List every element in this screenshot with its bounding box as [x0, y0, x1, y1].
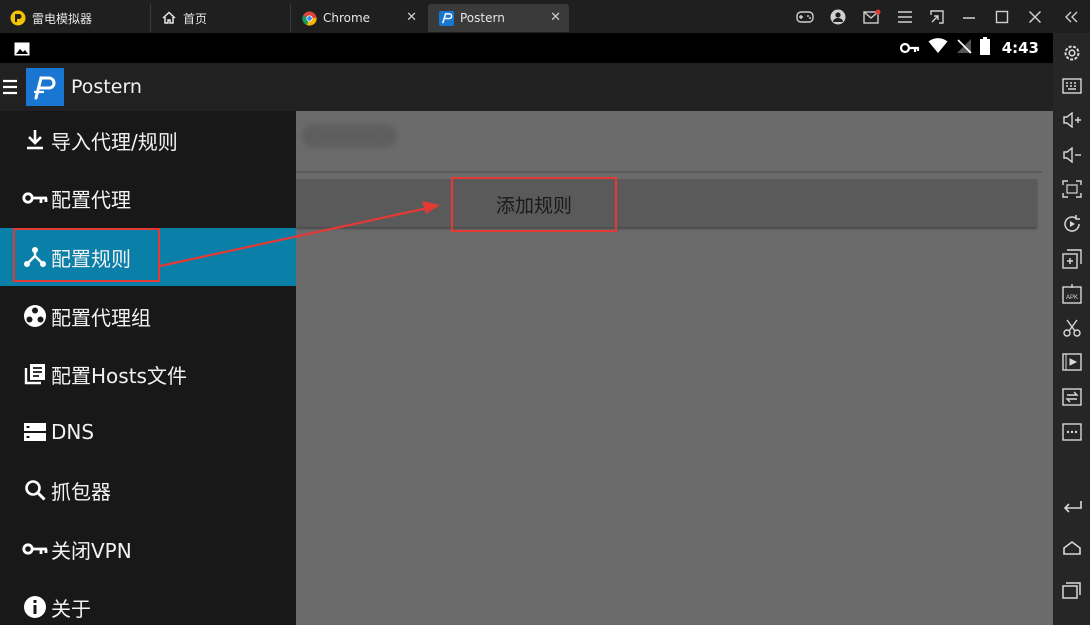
drawer-item-label: 关闭VPN: [51, 538, 132, 563]
volume-up-icon[interactable]: [1060, 108, 1084, 132]
tab-label: Postern: [460, 11, 505, 25]
drawer-item-proxy[interactable]: 配置代理: [0, 169, 296, 227]
key-icon: [22, 185, 48, 211]
drawer-item-proxy-group[interactable]: 配置代理组: [0, 287, 296, 345]
tab-close-icon[interactable]: ✕: [550, 10, 561, 25]
tab-home[interactable]: 首页: [150, 4, 285, 32]
minimize-icon[interactable]: [958, 6, 980, 28]
video-record-icon[interactable]: [1060, 350, 1084, 374]
window-title-bar: 雷电模拟器 首页 Chrome ✕ Postern ✕: [0, 0, 1090, 33]
fullscreen-icon[interactable]: [1060, 177, 1084, 201]
home-icon[interactable]: [1060, 536, 1084, 560]
drawer-item-hosts[interactable]: 配置Hosts文件: [0, 345, 296, 403]
drawer-item-label: 导入代理/规则: [51, 129, 178, 154]
dns-icon: [22, 419, 48, 445]
scissors-icon[interactable]: [1060, 316, 1084, 340]
navigation-drawer: 导入代理/规则 配置代理 配置规则 配置代理组 配置Hosts文件 DNS 抓包…: [0, 111, 296, 625]
drawer-item-close-vpn[interactable]: 关闭VPN: [0, 520, 296, 578]
back-icon[interactable]: [1060, 494, 1084, 518]
vpn-key-icon: [899, 39, 920, 58]
settings-gear-icon[interactable]: [1060, 41, 1084, 65]
volume-down-icon[interactable]: [1060, 143, 1084, 167]
sync-icon[interactable]: [1060, 385, 1084, 409]
tab-postern[interactable]: Postern ✕: [428, 4, 569, 32]
emulator-window: 雷电模拟器 首页 Chrome ✕ Postern ✕ 4:43 Postern…: [0, 0, 1090, 625]
drawer-item-capture[interactable]: 抓包器: [0, 461, 296, 519]
maximize-icon[interactable]: [991, 6, 1013, 28]
hamburger-menu-icon[interactable]: [2, 77, 18, 97]
tab-label: Chrome: [323, 11, 371, 25]
drawer-item-label: DNS: [51, 420, 95, 444]
info-icon: [22, 594, 48, 620]
group-icon: [22, 303, 48, 329]
emulator-toolbar: APK: [1053, 33, 1090, 625]
drawer-item-rules[interactable]: 配置规则: [0, 228, 296, 286]
keyboard-icon[interactable]: [1060, 74, 1084, 98]
no-signal-icon: [956, 38, 972, 58]
account-icon[interactable]: [827, 6, 849, 28]
emulator-logo-icon: [10, 10, 26, 26]
tab-label: 雷电模拟器: [32, 11, 93, 26]
drawer-item-label: 配置Hosts文件: [51, 363, 187, 388]
drawer-item-label: 配置代理组: [51, 305, 151, 330]
battery-icon: [979, 37, 990, 59]
collapse-sidebar-icon[interactable]: [1060, 6, 1082, 28]
drawer-item-dns[interactable]: DNS: [0, 403, 296, 461]
close-window-icon[interactable]: [1024, 6, 1046, 28]
download-icon: [22, 127, 48, 153]
gamepad-icon[interactable]: [794, 6, 816, 28]
image-notification-icon: [14, 41, 30, 60]
recent-apps-icon[interactable]: [1060, 578, 1084, 602]
multi-instance-icon[interactable]: [1060, 247, 1084, 271]
rules-content: 添加规则: [296, 111, 1053, 625]
drawer-item-label: 配置规则: [51, 246, 131, 271]
hosts-file-icon: [22, 361, 48, 387]
tab-close-icon[interactable]: ✕: [406, 10, 417, 25]
svg-text:APK: APK: [1066, 295, 1078, 301]
search-icon: [22, 477, 48, 503]
app-bar: Postern: [0, 63, 1053, 111]
chrome-icon: [301, 10, 317, 26]
key-icon: [22, 536, 48, 562]
clock: 4:43: [1001, 39, 1039, 57]
tab-emulator[interactable]: 雷电模拟器: [10, 4, 140, 32]
more-icon[interactable]: [1060, 420, 1084, 444]
add-rule-bar[interactable]: [296, 179, 1037, 227]
rotate-icon[interactable]: [1060, 212, 1084, 236]
postern-logo-icon: [26, 68, 64, 106]
postern-logo-icon: [438, 10, 454, 26]
menu-icon[interactable]: [894, 6, 916, 28]
app-title: Postern: [71, 76, 142, 98]
drawer-item-label: 配置代理: [51, 187, 131, 212]
android-status-bar: 4:43: [0, 33, 1053, 63]
drawer-item-label: 关于: [51, 596, 91, 621]
divider: [296, 171, 1042, 173]
drawer-item-about[interactable]: 关于: [0, 578, 296, 625]
drawer-item-label: 抓包器: [51, 479, 111, 504]
tab-chrome[interactable]: Chrome ✕: [290, 4, 425, 32]
install-apk-icon[interactable]: APK: [1060, 282, 1084, 306]
add-rule-button[interactable]: 添加规则: [451, 177, 617, 232]
mail-icon[interactable]: [861, 6, 883, 28]
rules-icon: [22, 244, 48, 270]
tab-label: 首页: [183, 11, 208, 26]
blurred-text: [302, 125, 396, 147]
wifi-icon: [928, 38, 948, 58]
add-rule-label: 添加规则: [495, 195, 572, 217]
home-icon: [161, 10, 177, 26]
drawer-item-import[interactable]: 导入代理/规则: [0, 111, 296, 169]
shrink-window-icon[interactable]: [926, 6, 948, 28]
